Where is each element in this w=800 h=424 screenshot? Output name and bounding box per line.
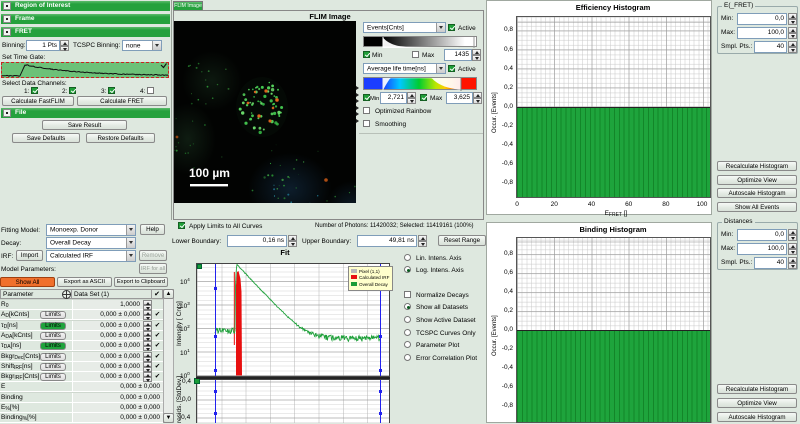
svg-text:100 µm: 100 µm <box>189 166 230 180</box>
